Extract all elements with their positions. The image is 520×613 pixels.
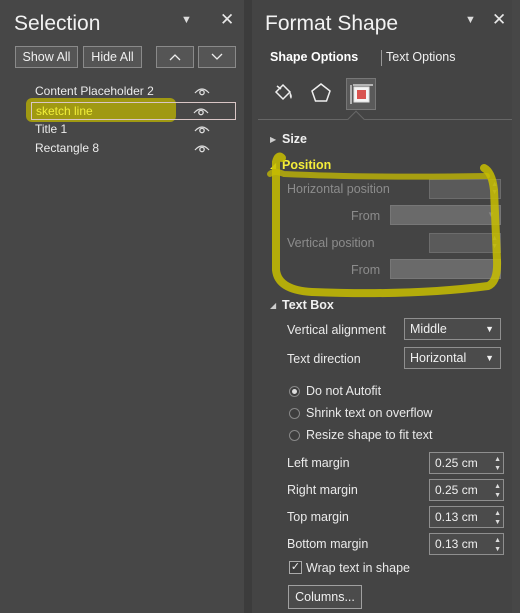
selection-list-item[interactable]: Content Placeholder 2 <box>31 83 236 101</box>
margin-value: 0.13 cm <box>435 510 478 524</box>
section-size-label: Size <box>282 132 308 146</box>
bring-forward-button[interactable] <box>156 46 194 68</box>
margin-label: Bottom margin <box>287 537 369 551</box>
spinner-icon[interactable]: ▲ ▼ <box>494 509 501 527</box>
eye-icon[interactable] <box>193 105 209 122</box>
vertical-alignment-label: Vertical alignment <box>287 323 386 337</box>
send-backward-button[interactable] <box>198 46 236 68</box>
margin-label: Left margin <box>287 456 350 470</box>
vertical-alignment-value: Middle <box>410 322 447 336</box>
scrollbar[interactable] <box>512 0 520 613</box>
format-shape-pane: Format Shape ▼ ✕ Shape Options Text Opti… <box>252 0 520 613</box>
spinner-icon[interactable]: ▲ ▼ <box>494 536 501 554</box>
section-textbox-label: Text Box <box>282 298 334 312</box>
eye-icon[interactable] <box>194 142 210 159</box>
margin-label: Top margin <box>287 510 349 524</box>
pane-options-chevron-icon[interactable]: ▼ <box>181 14 192 26</box>
tab-separator <box>381 50 382 66</box>
fill-line-icon[interactable] <box>268 78 298 110</box>
radio-resize-shape[interactable] <box>289 430 300 441</box>
selection-item-label: Rectangle 8 <box>35 141 100 155</box>
marker-loop <box>267 152 502 298</box>
chevron-down-icon: ▼ <box>485 324 494 334</box>
selection-list-item[interactable]: Rectangle 8 <box>31 140 236 158</box>
pane-options-chevron-icon[interactable]: ▼ <box>465 14 476 26</box>
text-direction-label: Text direction <box>287 352 361 366</box>
chevron-down-icon: ▼ <box>485 353 494 363</box>
eye-icon[interactable] <box>194 85 210 102</box>
tab-shape-options[interactable]: Shape Options <box>270 50 358 64</box>
tab-text-options[interactable]: Text Options <box>386 50 455 64</box>
text-direction-value: Horizontal <box>410 351 467 365</box>
selection-list-item[interactable]: sketch line <box>31 102 236 120</box>
margin-input[interactable]: 0.13 cm ▲ ▼ <box>429 533 504 555</box>
margin-input[interactable]: 0.25 cm ▲ ▼ <box>429 452 504 474</box>
size-properties-icon[interactable] <box>346 78 376 110</box>
margin-input[interactable]: 0.25 cm ▲ ▼ <box>429 479 504 501</box>
format-pane-title: Format Shape <box>265 12 399 35</box>
pane-divider[interactable] <box>244 0 252 613</box>
section-rule <box>258 119 514 120</box>
section-size[interactable]: ▶ Size <box>270 132 307 146</box>
spinner-icon[interactable]: ▲ ▼ <box>494 482 501 500</box>
chevron-expanded-icon: ◢ <box>270 301 277 311</box>
close-icon[interactable]: ✕ <box>492 10 506 30</box>
show-all-button[interactable]: Show All <box>15 46 78 68</box>
close-icon[interactable]: ✕ <box>220 10 234 30</box>
spinner-icon[interactable]: ▲ ▼ <box>494 455 501 473</box>
margin-value: 0.13 cm <box>435 537 478 551</box>
radio-resize-shape-label[interactable]: Resize shape to fit text <box>306 428 432 442</box>
eye-icon[interactable] <box>194 123 210 140</box>
text-direction-select[interactable]: Horizontal ▼ <box>404 347 501 369</box>
radio-do-not-autofit-label[interactable]: Do not Autofit <box>306 384 381 398</box>
tab-notch <box>347 110 365 128</box>
selection-item-label: Title 1 <box>35 122 68 136</box>
margin-value: 0.25 cm <box>435 456 478 470</box>
margin-value: 0.25 cm <box>435 483 478 497</box>
columns-button[interactable]: Columns... <box>288 585 362 609</box>
wrap-text-label[interactable]: Wrap text in shape <box>306 561 410 575</box>
radio-shrink-text[interactable] <box>289 408 300 419</box>
radio-shrink-text-label[interactable]: Shrink text on overflow <box>306 406 432 420</box>
chevron-down-icon <box>211 53 223 60</box>
chevron-up-icon <box>169 54 181 61</box>
margin-input[interactable]: 0.13 cm ▲ ▼ <box>429 506 504 528</box>
selection-item-label: sketch line <box>36 104 93 118</box>
vertical-alignment-select[interactable]: Middle ▼ <box>404 318 501 340</box>
chevron-right-icon: ▶ <box>270 135 277 145</box>
hide-all-button[interactable]: Hide All <box>83 46 142 68</box>
selection-pane-title: Selection <box>14 12 101 35</box>
selection-item-label: Content Placeholder 2 <box>35 84 154 98</box>
effects-pentagon-icon[interactable] <box>306 78 336 110</box>
selection-pane: Selection ▼ ✕ Show All Hide All Content … <box>0 0 244 613</box>
radio-do-not-autofit[interactable] <box>289 386 300 397</box>
margin-label: Right margin <box>287 483 358 497</box>
section-text-box[interactable]: ◢ Text Box <box>270 298 334 312</box>
wrap-text-checkbox[interactable]: ✓ <box>289 561 302 574</box>
selection-list-item[interactable]: Title 1 <box>31 121 236 139</box>
